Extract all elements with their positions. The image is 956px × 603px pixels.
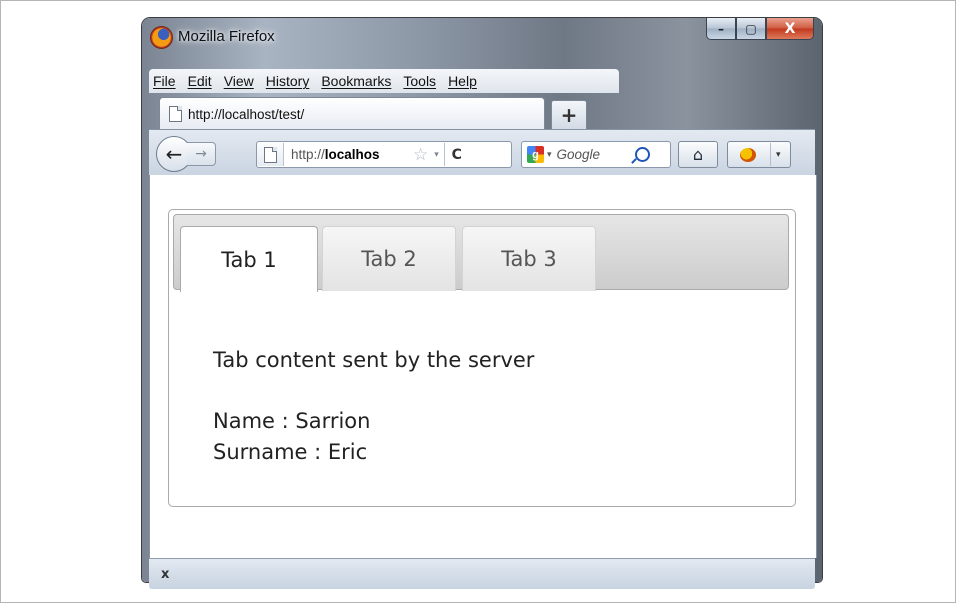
page-icon: [263, 146, 277, 163]
firefox-logo-icon[interactable]: [150, 26, 173, 49]
browser-tab-label: http://localhost/test/: [188, 106, 305, 122]
search-engine-dropdown-icon[interactable]: ▾: [547, 150, 552, 160]
forward-button[interactable]: →: [187, 142, 216, 166]
reload-button[interactable]: C: [443, 143, 469, 166]
window-controls: – ▢ X: [706, 18, 814, 40]
surname-line: Surname : Eric: [213, 440, 368, 464]
tabs-nav: Tab 1 Tab 2 Tab 3: [173, 214, 789, 292]
url-input[interactable]: http://localhos: [291, 147, 411, 162]
firefox-window: Mozilla Firefox – ▢ X File Edit View His…: [142, 18, 822, 589]
browser-tab[interactable]: http://localhost/test/: [159, 97, 545, 130]
panel-heading: Tab content sent by the server: [213, 348, 535, 372]
menu-edit[interactable]: Edit: [188, 73, 212, 89]
title-bar[interactable]: Mozilla Firefox – ▢ X: [142, 18, 822, 60]
menu-file[interactable]: File: [153, 73, 176, 89]
addon-dropdown-icon[interactable]: ▾: [776, 150, 781, 160]
tab-2[interactable]: Tab 2: [322, 226, 456, 291]
close-icon[interactable]: x: [161, 567, 169, 582]
menu-tools[interactable]: Tools: [403, 73, 436, 89]
menu-bar: File Edit View History Bookmarks Tools H…: [149, 69, 619, 93]
bookmark-star-icon[interactable]: ☆: [413, 145, 428, 165]
navigation-toolbar: ← → http://localhos ☆ ▾ C g ▾ Google ⌂ ▾: [149, 129, 815, 176]
google-icon[interactable]: g: [527, 146, 544, 163]
menu-history[interactable]: History: [266, 73, 310, 89]
tab-panel: Tab content sent by the server Name : Sa…: [213, 345, 534, 468]
firebug-icon[interactable]: [740, 147, 756, 162]
maximize-button[interactable]: ▢: [736, 18, 766, 40]
url-host: localhos: [324, 147, 380, 162]
site-identity-button[interactable]: [257, 143, 284, 166]
tab-3[interactable]: Tab 3: [462, 226, 596, 291]
menu-help[interactable]: Help: [448, 73, 477, 89]
tab-1[interactable]: Tab 1: [180, 226, 318, 292]
name-line: Name : Sarrion: [213, 409, 371, 433]
home-button[interactable]: ⌂: [678, 141, 718, 168]
menu-view[interactable]: View: [224, 73, 254, 89]
minimize-button[interactable]: –: [706, 18, 736, 40]
browser-tab-row: http://localhost/test/ +: [149, 93, 815, 130]
menu-bookmarks[interactable]: Bookmarks: [321, 73, 391, 89]
tabs-widget: Tab 1 Tab 2 Tab 3 Tab content sent by th…: [168, 209, 796, 507]
new-tab-button[interactable]: +: [551, 100, 587, 129]
addon-separator: [770, 143, 771, 166]
search-input[interactable]: Google: [557, 147, 633, 162]
addon-button[interactable]: ▾: [727, 141, 791, 168]
window-title: Mozilla Firefox: [178, 28, 275, 45]
url-prefix: http://: [291, 147, 325, 162]
status-bar: x: [149, 558, 815, 589]
url-bar[interactable]: http://localhos ☆ ▾ C: [256, 141, 512, 168]
search-icon[interactable]: [634, 147, 650, 162]
search-bar[interactable]: g ▾ Google: [521, 141, 671, 168]
url-history-dropdown[interactable]: ▾: [434, 150, 439, 160]
page-content: Tab 1 Tab 2 Tab 3 Tab content sent by th…: [149, 175, 817, 558]
page-icon: [169, 106, 182, 122]
close-button[interactable]: X: [766, 18, 814, 40]
